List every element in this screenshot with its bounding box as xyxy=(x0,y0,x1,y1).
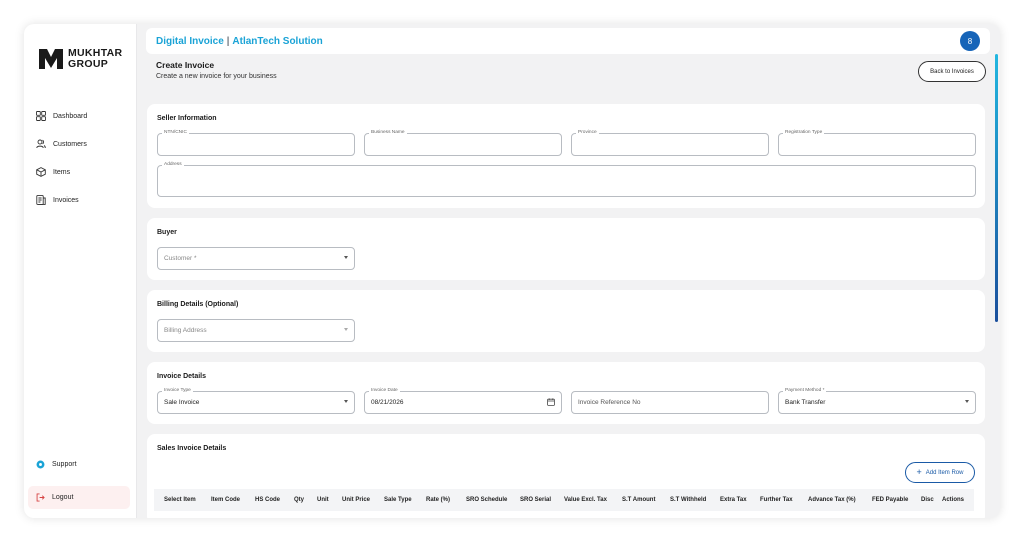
sales-invoice-details-card: Sales Invoice Details + Add Item Row Sel… xyxy=(147,434,985,518)
invoice-type-value: Sale Invoice xyxy=(164,399,200,406)
page-subtitle: Create a new invoice for your business xyxy=(156,73,277,80)
payment-method-select[interactable]: Payment Method * Bank Transfer xyxy=(778,388,976,414)
invoice-date-label: Invoice Date xyxy=(369,388,400,394)
column-header: Disc xyxy=(921,497,934,503)
column-header: S.T Withheld xyxy=(670,497,707,503)
sidebar-item-dashboard[interactable]: Dashboard xyxy=(36,102,87,130)
province-label: Province xyxy=(576,130,599,136)
column-header: SRO Serial xyxy=(520,497,552,503)
registration-type-label: Registration Type xyxy=(783,130,825,136)
users-icon xyxy=(36,139,46,149)
sidebar-item-label: Dashboard xyxy=(53,112,88,120)
ntn-cnic-field[interactable]: NTN/CNIC xyxy=(157,130,355,156)
business-name-label: Business Name xyxy=(369,130,407,136)
invoice-details-card: Invoice Details Invoice Type Sale Invoic… xyxy=(147,362,985,424)
column-header: Sale Type xyxy=(384,497,412,503)
column-header: Extra Tax xyxy=(720,497,747,503)
invoice-type-select[interactable]: Invoice Type Sale Invoice xyxy=(157,388,355,414)
column-header: Value Excl. Tax xyxy=(564,497,607,503)
app-title: Digital Invoice | AtlanTech Solution xyxy=(156,36,323,47)
sidebar-item-customers[interactable]: Customers xyxy=(36,130,87,158)
column-header: Further Tax xyxy=(760,497,793,503)
sidebar-item-support[interactable]: Support xyxy=(36,460,77,469)
logout-label: Logout xyxy=(52,494,74,501)
column-header: Qty xyxy=(294,497,305,503)
column-header: FED Payable xyxy=(872,497,909,503)
brand-line2: GROUP xyxy=(68,58,109,70)
logout-icon xyxy=(36,493,45,502)
billing-details-card: Billing Details (Optional) Billing Addre… xyxy=(147,290,985,352)
plus-icon: + xyxy=(916,467,922,477)
support-label: Support xyxy=(52,461,77,468)
invoice-date-value: 08/21/2026 xyxy=(371,399,404,406)
support-gear-icon xyxy=(36,460,45,469)
column-header: Actions xyxy=(942,497,965,503)
items-table-header: Select Item Item Code HS Code Qty Unit U… xyxy=(154,489,974,511)
sidebar-item-label: Items xyxy=(53,168,71,176)
sidebar-item-label: Customers xyxy=(53,140,87,148)
address-label: Address xyxy=(162,162,184,168)
scrollbar[interactable] xyxy=(995,54,998,322)
brand-name: MUKHTAR GROUP xyxy=(68,48,122,70)
invoice-details-title: Invoice Details xyxy=(157,373,207,380)
invoice-reference-input[interactable]: Invoice Reference No xyxy=(571,391,769,414)
sidebar-item-items[interactable]: Items xyxy=(36,158,87,186)
page-header: Create Invoice Create a new invoice for … xyxy=(156,60,277,80)
calendar-icon[interactable] xyxy=(547,398,555,406)
province-field[interactable]: Province xyxy=(571,130,769,156)
column-header: Item Code xyxy=(211,497,241,503)
chevron-down-icon xyxy=(965,400,969,403)
sidebar-item-invoices[interactable]: Invoices xyxy=(36,186,87,214)
column-header: S.T Amount xyxy=(622,497,656,503)
billing-address-select[interactable]: Billing Address xyxy=(157,319,355,342)
sidebar: MUKHTAR GROUP Dashboard Customers Items … xyxy=(24,24,137,518)
avatar[interactable]: 8 xyxy=(960,31,980,51)
buyer-section-title: Buyer xyxy=(157,229,177,236)
column-header: Rate (%) xyxy=(426,497,451,503)
payment-method-value: Bank Transfer xyxy=(785,399,826,406)
billing-section-title: Billing Details (Optional) xyxy=(157,301,239,308)
invoice-reference-placeholder: Invoice Reference No xyxy=(578,399,641,406)
chevron-down-icon xyxy=(344,328,348,331)
app-window: MUKHTAR GROUP Dashboard Customers Items … xyxy=(24,24,1000,518)
top-bar: Digital Invoice | AtlanTech Solution 8 xyxy=(146,28,990,54)
seller-section-title: Seller Information xyxy=(157,115,217,122)
chevron-down-icon xyxy=(344,256,348,259)
customer-select[interactable]: Customer * xyxy=(157,247,355,270)
invoice-type-label: Invoice Type xyxy=(162,388,193,394)
dashboard-grid-icon xyxy=(36,111,46,121)
invoice-icon xyxy=(36,195,46,205)
sidebar-nav: Dashboard Customers Items Invoices xyxy=(36,102,87,214)
registration-type-field[interactable]: Registration Type xyxy=(778,130,976,156)
column-header: Select Item xyxy=(164,497,196,503)
add-item-row-button[interactable]: + Add Item Row xyxy=(905,462,975,483)
company-name: AtlanTech Solution xyxy=(232,35,323,47)
back-to-invoices-button[interactable]: Back to Invoices xyxy=(918,61,986,82)
title-separator: | xyxy=(226,35,230,47)
logout-button[interactable]: Logout xyxy=(28,486,130,509)
seller-information-card: Seller Information NTN/CNIC Business Nam… xyxy=(147,104,985,208)
box-icon xyxy=(36,167,46,177)
page-title: Create Invoice xyxy=(156,60,215,70)
app-name: Digital Invoice xyxy=(156,35,224,47)
customer-placeholder: Customer * xyxy=(164,255,197,262)
column-header: Unit Price xyxy=(342,497,371,503)
chevron-down-icon xyxy=(344,400,348,403)
column-header: SRO Schedule xyxy=(466,497,508,503)
business-name-field[interactable]: Business Name xyxy=(364,130,562,156)
invoice-date-field[interactable]: Invoice Date 08/21/2026 xyxy=(364,388,562,414)
column-header: Unit xyxy=(317,497,329,503)
sales-details-title: Sales Invoice Details xyxy=(157,445,227,452)
brand-logo: MUKHTAR GROUP xyxy=(38,46,122,72)
sidebar-item-label: Invoices xyxy=(53,196,79,204)
payment-method-label: Payment Method * xyxy=(783,388,827,394)
logo-mark-icon xyxy=(39,49,63,69)
ntn-cnic-label: NTN/CNIC xyxy=(162,130,189,136)
buyer-card: Buyer Customer * xyxy=(147,218,985,280)
column-header: Advance Tax (%) xyxy=(808,497,856,503)
address-field[interactable]: Address xyxy=(157,162,976,197)
column-header: HS Code xyxy=(255,497,281,503)
billing-address-placeholder: Billing Address xyxy=(164,327,207,334)
add-item-row-label: Add Item Row xyxy=(925,469,964,476)
